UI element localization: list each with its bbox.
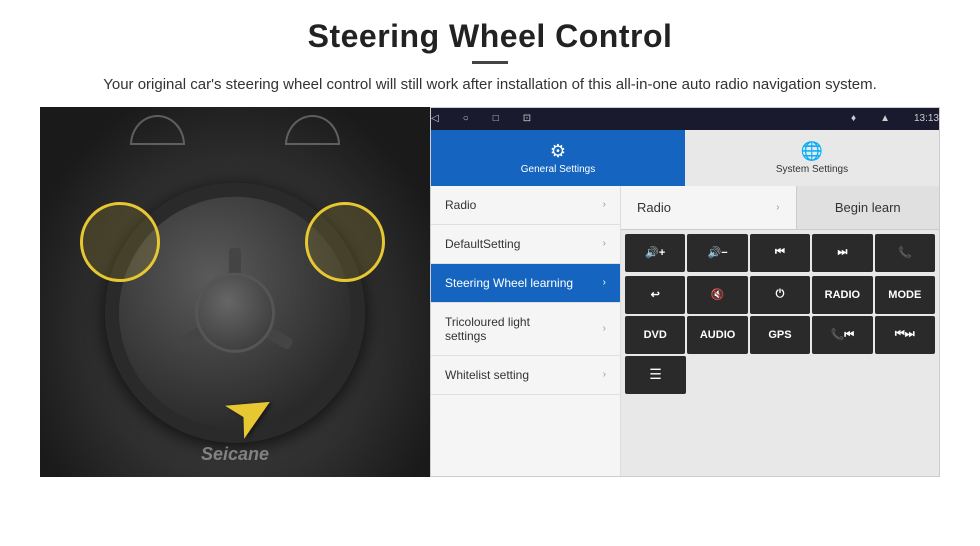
control-button-grid-row3: DVD AUDIO GPS 📞⏮ ⏮⏭ [621, 316, 939, 356]
button-circle-right [305, 202, 385, 282]
menu-whitelist-label: Whitelist setting [445, 368, 529, 382]
control-button-grid-row4: ☰ [621, 356, 939, 398]
page-title: Steering Wheel Control [40, 18, 940, 55]
back-nav-icon[interactable]: ◁ [431, 113, 439, 124]
mute-button[interactable]: 🔇 [687, 276, 747, 314]
tab-general-label: General Settings [521, 164, 596, 175]
steering-wheel-image: ➤ Seicane [40, 107, 430, 477]
prev-next-button[interactable]: ⏮⏭ [875, 316, 935, 354]
audio-text: AUDIO [700, 329, 735, 341]
prev-next-icon: ⏮⏭ [895, 328, 915, 341]
radio-begin-row: Radio › Begin learn [621, 186, 939, 230]
control-right-panel: Radio › Begin learn 🔊+ 🔊− [621, 186, 939, 476]
mode-text: MODE [888, 289, 921, 301]
navigation-bar: ◁ ○ □ ⊡ ♦ ▲ 13:13 [431, 108, 939, 130]
back-icon: ↩ [651, 288, 660, 301]
settings-tabs: ⚙ General Settings 🌐 System Settings [431, 130, 939, 186]
time-display: 13:13 [914, 113, 939, 124]
home-nav-icon[interactable]: ○ [463, 113, 469, 124]
control-button-grid-row2: ↩ 🔇 ⏻ RADIO MODE [621, 276, 939, 316]
tab-system-settings[interactable]: 🌐 System Settings [685, 130, 939, 186]
dvd-text: DVD [644, 329, 667, 341]
call-icon: 📞 [898, 246, 912, 259]
radio-chevron-icon: › [603, 199, 606, 210]
control-button-grid-row1: 🔊+ 🔊− ⏮ ⏭ 📞 [621, 230, 939, 276]
menu-item-steering-wheel[interactable]: Steering Wheel learning › [431, 264, 620, 303]
system-settings-icon: 🌐 [801, 141, 823, 162]
wifi-icon: ♦ [851, 113, 856, 124]
radio-label: Radio › [621, 186, 796, 229]
main-content-area: Radio › DefaultSetting › Steering Wheel … [431, 186, 939, 476]
prev-track-icon: ⏮ [775, 246, 785, 259]
android-panel: ◁ ○ □ ⊡ ♦ ▲ 13:13 ⚙ General Settings 🌐 S… [430, 107, 940, 477]
menu-icon-button[interactable]: ☰ [625, 356, 686, 394]
tab-general-settings[interactable]: ⚙ General Settings [431, 130, 685, 186]
next-track-icon: ⏭ [837, 246, 847, 259]
menu-item-tricoloured[interactable]: Tricoloured lightsettings › [431, 303, 620, 356]
mode-button[interactable]: MODE [875, 276, 935, 314]
signal-icon: ▲ [880, 113, 890, 124]
audio-button[interactable]: AUDIO [687, 316, 747, 354]
watermark: Seicane [201, 444, 269, 465]
default-chevron-icon: › [603, 238, 606, 249]
gps-button[interactable]: GPS [750, 316, 810, 354]
steering-chevron-icon: › [603, 277, 606, 288]
menu-default-label: DefaultSetting [445, 237, 520, 251]
menu-radio-label: Radio [445, 198, 476, 212]
gps-text: GPS [768, 329, 791, 341]
screenshot-nav-icon[interactable]: ⊡ [523, 113, 531, 124]
menu-item-radio[interactable]: Radio › [431, 186, 620, 225]
menu-tricoloured-label: Tricoloured lightsettings [445, 315, 530, 343]
button-circle-left [80, 202, 160, 282]
tricoloured-chevron-icon: › [603, 323, 606, 334]
vol-down-button[interactable]: 🔊− [687, 234, 747, 272]
vol-up-icon: 🔊+ [645, 246, 665, 259]
gauge-right [285, 115, 340, 145]
radio-text: RADIO [825, 289, 860, 301]
general-settings-icon: ⚙ [550, 141, 566, 162]
page-subtitle: Your original car's steering wheel contr… [100, 74, 880, 97]
vol-up-button[interactable]: 🔊+ [625, 234, 685, 272]
begin-learn-button[interactable]: Begin learn [796, 186, 940, 229]
dvd-button[interactable]: DVD [625, 316, 685, 354]
whitelist-chevron-icon: › [603, 369, 606, 380]
steering-wheel-inner [195, 272, 275, 352]
call-prev-icon: 📞⏮ [831, 328, 855, 342]
tab-system-label: System Settings [776, 164, 848, 175]
call-button[interactable]: 📞 [875, 234, 935, 272]
call-prev-button[interactable]: 📞⏮ [812, 316, 872, 354]
recents-nav-icon[interactable]: □ [493, 113, 499, 124]
menu-icon: ☰ [649, 366, 662, 383]
radio-button[interactable]: RADIO [812, 276, 872, 314]
mute-icon: 🔇 [711, 288, 725, 301]
gauge-area [40, 115, 430, 145]
next-track-button[interactable]: ⏭ [812, 234, 872, 272]
settings-menu: Radio › DefaultSetting › Steering Wheel … [431, 186, 621, 476]
title-section: Steering Wheel Control Your original car… [40, 18, 940, 97]
power-button[interactable]: ⏻ [750, 276, 810, 314]
vol-down-icon: 🔊− [708, 246, 728, 259]
gauge-left [130, 115, 185, 145]
prev-track-button[interactable]: ⏮ [750, 234, 810, 272]
back-button[interactable]: ↩ [625, 276, 685, 314]
title-divider [472, 61, 508, 64]
power-icon: ⏻ [776, 288, 785, 301]
arrow-container: ➤ [225, 377, 275, 447]
content-area: ➤ Seicane ◁ ○ □ ⊡ ♦ ▲ 13:13 ⚙ Ge [40, 107, 940, 477]
menu-steering-label: Steering Wheel learning [445, 276, 573, 290]
menu-item-default-setting[interactable]: DefaultSetting › [431, 225, 620, 264]
menu-item-whitelist[interactable]: Whitelist setting › [431, 356, 620, 395]
